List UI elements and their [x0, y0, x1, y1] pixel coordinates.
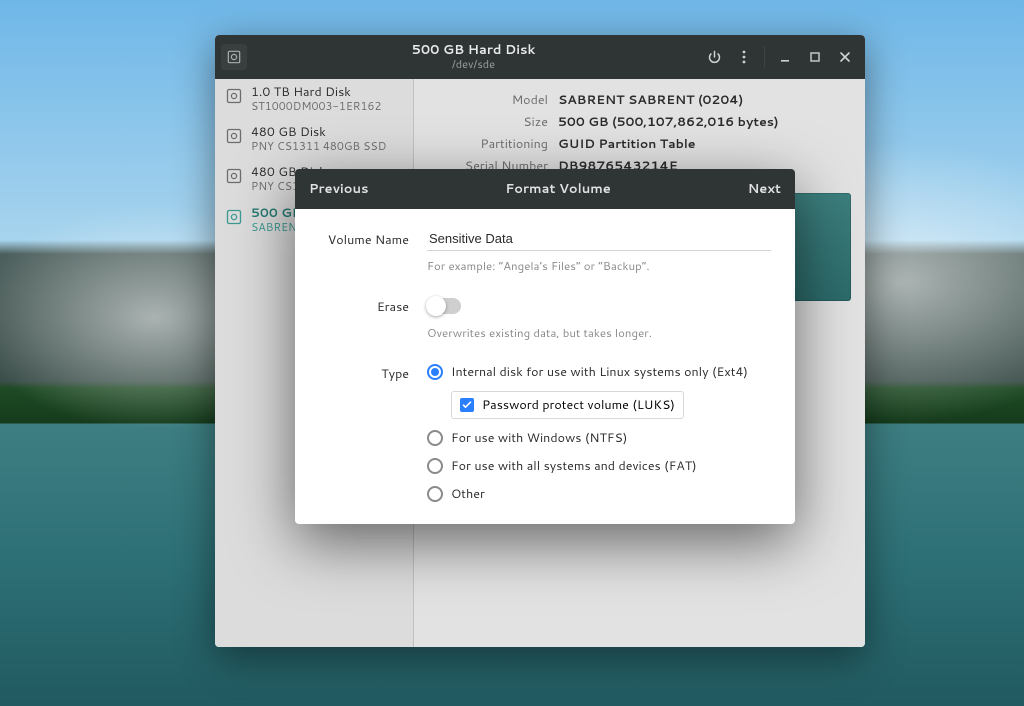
erase-hint: Overwrites existing data, but takes long…: [427, 324, 767, 341]
type-option-label: For use with all systems and devices (FA…: [451, 457, 697, 475]
value-model: SABRENT SABRENT (0204): [558, 91, 743, 109]
close-button[interactable]: [831, 43, 859, 71]
app-icon: [221, 44, 247, 70]
sidebar-item[interactable]: 1.0 TB Hard Disk ST1000DM003-1ER162: [215, 79, 413, 119]
label-model: Model: [428, 91, 548, 109]
label-partitioning: Partitioning: [428, 135, 548, 153]
drive-harddisk-icon: [227, 50, 241, 64]
sidebar-item[interactable]: 480 GB Disk PNY CS1311 480GB SSD: [215, 119, 413, 159]
drive-harddisk-icon: [225, 208, 243, 226]
value-size: 500 GB (500,107,862,016 bytes): [558, 113, 779, 131]
volume-name-hint: For example: “Angela’s Files” or “Backup…: [427, 257, 767, 274]
radio-icon: [427, 364, 443, 380]
dialog-header: Previous Format Volume Next: [295, 169, 795, 209]
maximize-icon: [809, 51, 821, 63]
erase-switch[interactable]: [427, 298, 461, 314]
drive-harddisk-icon: [225, 87, 243, 105]
dialog-title: Format Volume: [369, 180, 748, 198]
checkbox-checked-icon: [460, 398, 474, 412]
radio-icon: [427, 430, 443, 446]
power-icon: [707, 50, 722, 65]
radio-icon: [427, 458, 443, 474]
type-option-label: Other: [451, 485, 485, 503]
drive-ssd-icon: [225, 127, 243, 145]
type-option-label: Internal disk for use with Linux systems…: [451, 363, 748, 381]
type-option-fat[interactable]: For use with all systems and devices (FA…: [427, 457, 767, 475]
minimize-icon: [779, 51, 791, 63]
type-option-other[interactable]: Other: [427, 485, 767, 503]
label-size: Size: [428, 113, 548, 131]
type-option-label: For use with Windows (NTFS): [451, 429, 627, 447]
luks-label: Password protect volume (LUKS): [482, 396, 675, 414]
window-subtitle: /dev/sde: [253, 58, 694, 71]
titlebar: 500 GB Hard Disk /dev/sde: [215, 35, 865, 79]
device-subtitle: ST1000DM003-1ER162: [251, 100, 381, 113]
type-option-ntfs[interactable]: For use with Windows (NTFS): [427, 429, 767, 447]
type-radio-group: Internal disk for use with Linux systems…: [427, 363, 767, 503]
erase-label: Erase: [323, 294, 409, 316]
close-icon: [839, 51, 851, 63]
power-button[interactable]: [700, 43, 728, 71]
drive-menu-button[interactable]: [730, 43, 758, 71]
previous-button[interactable]: Previous: [309, 180, 369, 198]
next-button[interactable]: Next: [748, 180, 781, 198]
maximize-button[interactable]: [801, 43, 829, 71]
radio-icon: [427, 486, 443, 502]
minimize-button[interactable]: [771, 43, 799, 71]
volume-name-label: Volume Name: [323, 227, 409, 249]
titlebar-separator: [764, 46, 765, 68]
switch-knob: [426, 296, 446, 316]
kebab-icon: [742, 50, 746, 64]
type-label: Type: [323, 361, 409, 383]
type-option-ext4[interactable]: Internal disk for use with Linux systems…: [427, 363, 767, 381]
format-volume-dialog: Previous Format Volume Next Volume Name …: [295, 169, 795, 524]
drive-ssd-icon: [225, 167, 243, 185]
value-partitioning: GUID Partition Table: [558, 135, 696, 153]
device-subtitle: PNY CS1311 480GB SSD: [251, 140, 386, 153]
luks-checkbox-row[interactable]: Password protect volume (LUKS): [451, 391, 684, 419]
volume-name-input[interactable]: [427, 227, 771, 251]
